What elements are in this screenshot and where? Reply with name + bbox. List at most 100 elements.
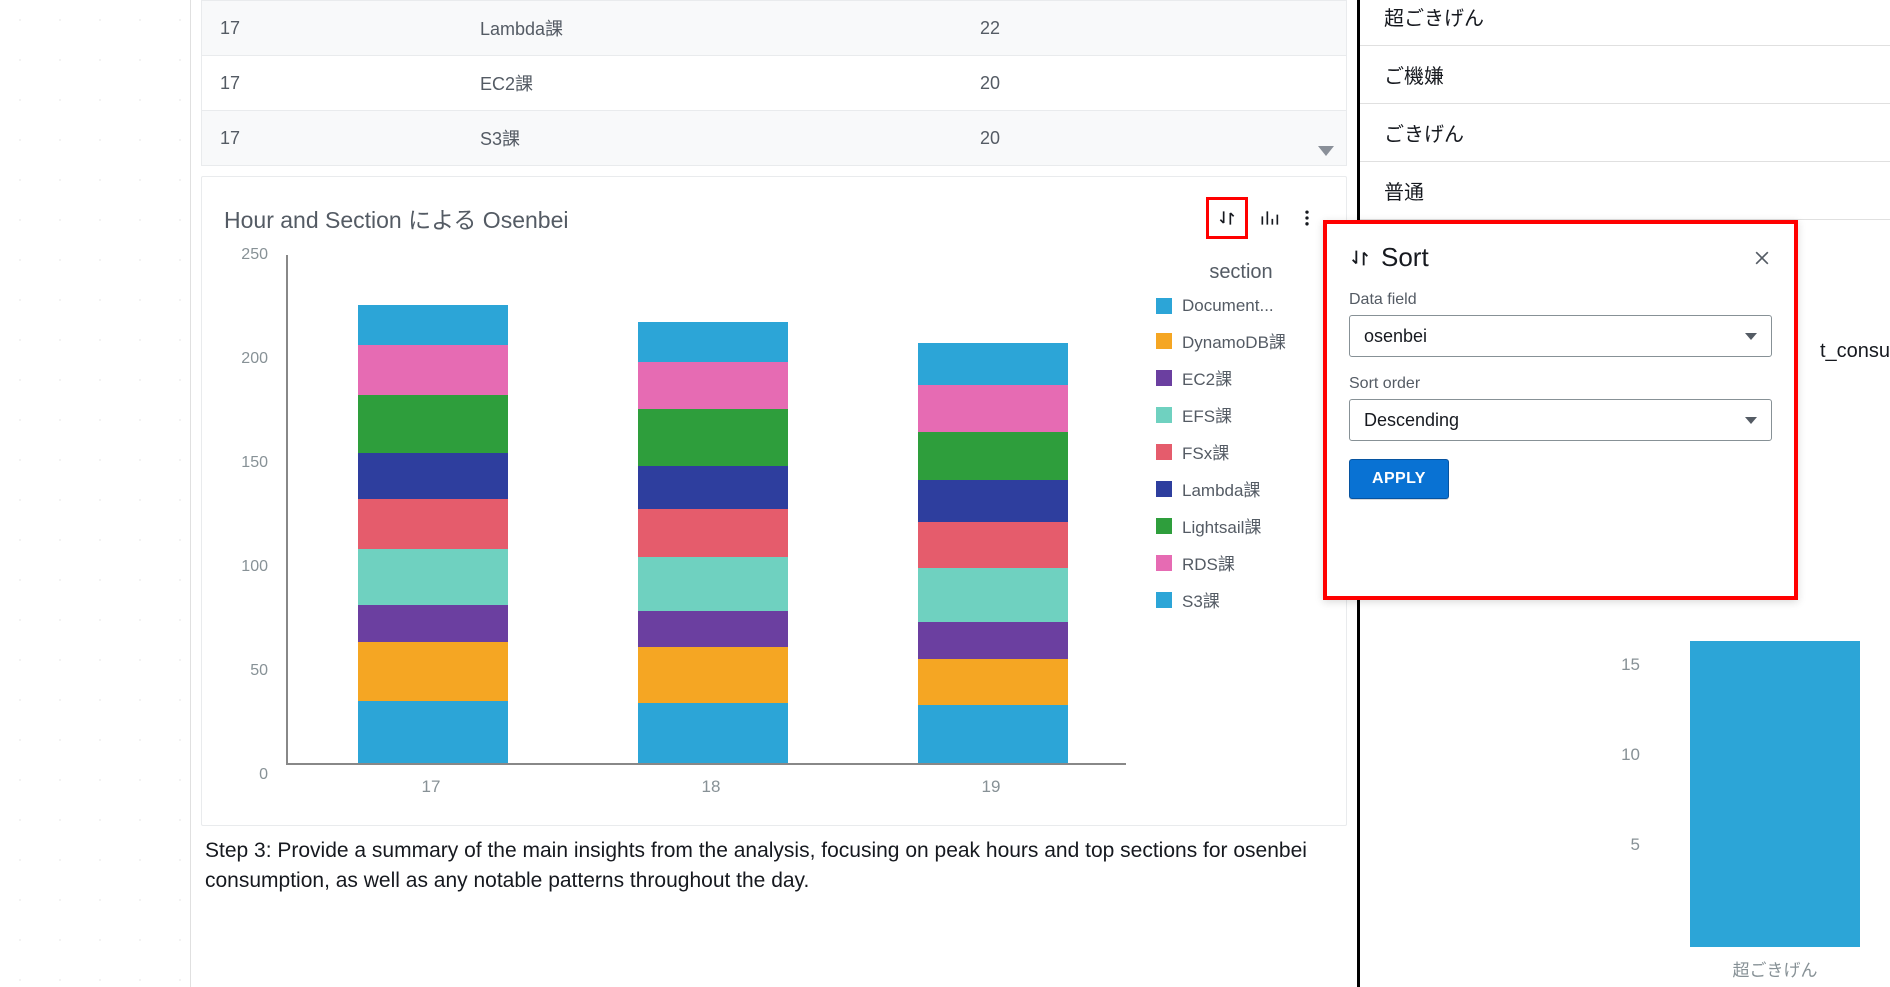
legend-title: section [1156, 261, 1326, 284]
legend-item[interactable]: S3課 [1156, 587, 1326, 612]
legend-swatch [1156, 518, 1172, 534]
legend-label: EFS課 [1182, 402, 1232, 427]
table-row[interactable]: 17Lambda課22 [202, 1, 1346, 56]
bar-segment [358, 345, 508, 395]
bar-segment [358, 549, 508, 605]
legend-swatch [1156, 298, 1172, 314]
bar-segment [918, 522, 1068, 568]
bar-segment [638, 557, 788, 611]
y-tick: 50 [222, 662, 268, 680]
y-tick: 250 [222, 246, 268, 264]
bar-segment [638, 611, 788, 646]
close-icon[interactable] [1752, 248, 1772, 268]
y-tick: 100 [222, 558, 268, 576]
main-panel: 17Lambda課2217EC2課2017S3課20 Hour and Sect… [190, 0, 1360, 987]
legend-item[interactable]: FSx課 [1156, 439, 1326, 464]
chart-card: Hour and Section による Osenbei [201, 176, 1347, 826]
bar-segment [918, 480, 1068, 522]
side-y-tick: 10 [1610, 745, 1640, 765]
bar-segment [918, 705, 1068, 763]
table-scroll-more-icon[interactable] [1318, 146, 1334, 156]
sort-popover-title: Sort [1381, 242, 1429, 273]
sort-order-select[interactable]: Descending [1349, 399, 1772, 441]
bar-segment [638, 703, 788, 763]
bar-segment [918, 568, 1068, 622]
stacked-bar[interactable] [638, 322, 788, 763]
x-tick: 19 [982, 777, 1001, 797]
legend-item[interactable]: EC2課 [1156, 365, 1326, 390]
sort-order-value: Descending [1364, 410, 1459, 431]
side-bar[interactable] [1690, 641, 1860, 947]
side-x-tick: 超ごきげん [1733, 956, 1818, 981]
data-table: 17Lambda課2217EC2課2017S3課20 [201, 0, 1347, 166]
legend-item[interactable]: EFS課 [1156, 402, 1326, 427]
legend-swatch [1156, 481, 1172, 497]
legend-swatch [1156, 555, 1172, 571]
cell-hour: 17 [202, 111, 462, 166]
side-bar-chart: 51015 超ごきげんご [1550, 575, 1890, 987]
data-field-select[interactable]: osenbei [1349, 315, 1772, 357]
table-row[interactable]: 17S3課20 [202, 111, 1346, 166]
bar-segment [358, 642, 508, 700]
cell-value: 20 [962, 56, 1346, 111]
bar-segment [638, 362, 788, 410]
stacked-bar-chart: 050100150200250 171819 [222, 255, 1126, 805]
cell-section: EC2課 [462, 56, 962, 111]
y-tick: 150 [222, 454, 268, 472]
cell-hour: 17 [202, 1, 462, 56]
bar-segment [358, 453, 508, 499]
cell-value: 22 [962, 1, 1346, 56]
legend-swatch [1156, 333, 1172, 349]
legend-swatch [1156, 592, 1172, 608]
bar-segment [358, 605, 508, 642]
mood-list-item[interactable]: 普通 [1360, 162, 1890, 220]
partially-hidden-label: t_consu [1820, 340, 1890, 363]
mood-list-item[interactable]: ご機嫌 [1360, 46, 1890, 104]
cell-section: S3課 [462, 111, 962, 166]
sort-order-label: Sort order [1349, 375, 1772, 393]
bar-segment [638, 647, 788, 703]
stacked-bar[interactable] [358, 305, 508, 763]
legend-label: EC2課 [1182, 365, 1232, 390]
legend-item[interactable]: Document... [1156, 296, 1326, 316]
more-menu-button[interactable] [1290, 201, 1324, 235]
bar-segment [358, 395, 508, 453]
bar-segment [918, 622, 1068, 659]
legend-item[interactable]: Lambda課 [1156, 476, 1326, 501]
bar-segment [638, 409, 788, 465]
bar-segment [358, 499, 508, 549]
sort-button[interactable] [1210, 201, 1244, 235]
chart-legend: section Document... DynamoDB課 EC2課 EFS課 FSx課… [1156, 255, 1326, 805]
bar-segment [638, 509, 788, 557]
legend-label: FSx課 [1182, 439, 1229, 464]
step-instruction-text: Step 3: Provide a summary of the main in… [205, 836, 1343, 897]
data-field-label: Data field [1349, 291, 1772, 309]
table-row[interactable]: 17EC2課20 [202, 56, 1346, 111]
mood-list-item[interactable]: 超ごきげん [1360, 0, 1890, 46]
legend-item[interactable]: RDS課 [1156, 550, 1326, 575]
apply-button[interactable]: APPLY [1349, 459, 1449, 499]
chart-title: Hour and Section による Osenbei [224, 201, 568, 235]
legend-item[interactable]: DynamoDB課 [1156, 328, 1326, 353]
cell-hour: 17 [202, 56, 462, 111]
legend-swatch [1156, 370, 1172, 386]
legend-label: Document... [1182, 296, 1274, 316]
legend-label: DynamoDB課 [1182, 328, 1286, 353]
legend-swatch [1156, 444, 1172, 460]
x-tick: 17 [422, 777, 441, 797]
legend-label: RDS課 [1182, 550, 1235, 575]
bar-segment [918, 432, 1068, 480]
bar-segment [358, 305, 508, 345]
stacked-bar[interactable] [918, 343, 1068, 763]
chevron-down-icon [1745, 417, 1757, 424]
bar-segment [918, 659, 1068, 705]
legend-item[interactable]: Lightsail課 [1156, 513, 1326, 538]
chart-toolbar [1206, 197, 1324, 239]
x-tick: 18 [702, 777, 721, 797]
sort-popover: Sort Data field osenbei Sort order Desce… [1323, 220, 1798, 600]
chart-type-button[interactable] [1252, 201, 1286, 235]
legend-label: Lambda課 [1182, 476, 1260, 501]
mood-list-item[interactable]: ごきげん [1360, 104, 1890, 162]
bar-segment [638, 466, 788, 510]
bar-segment [918, 343, 1068, 385]
